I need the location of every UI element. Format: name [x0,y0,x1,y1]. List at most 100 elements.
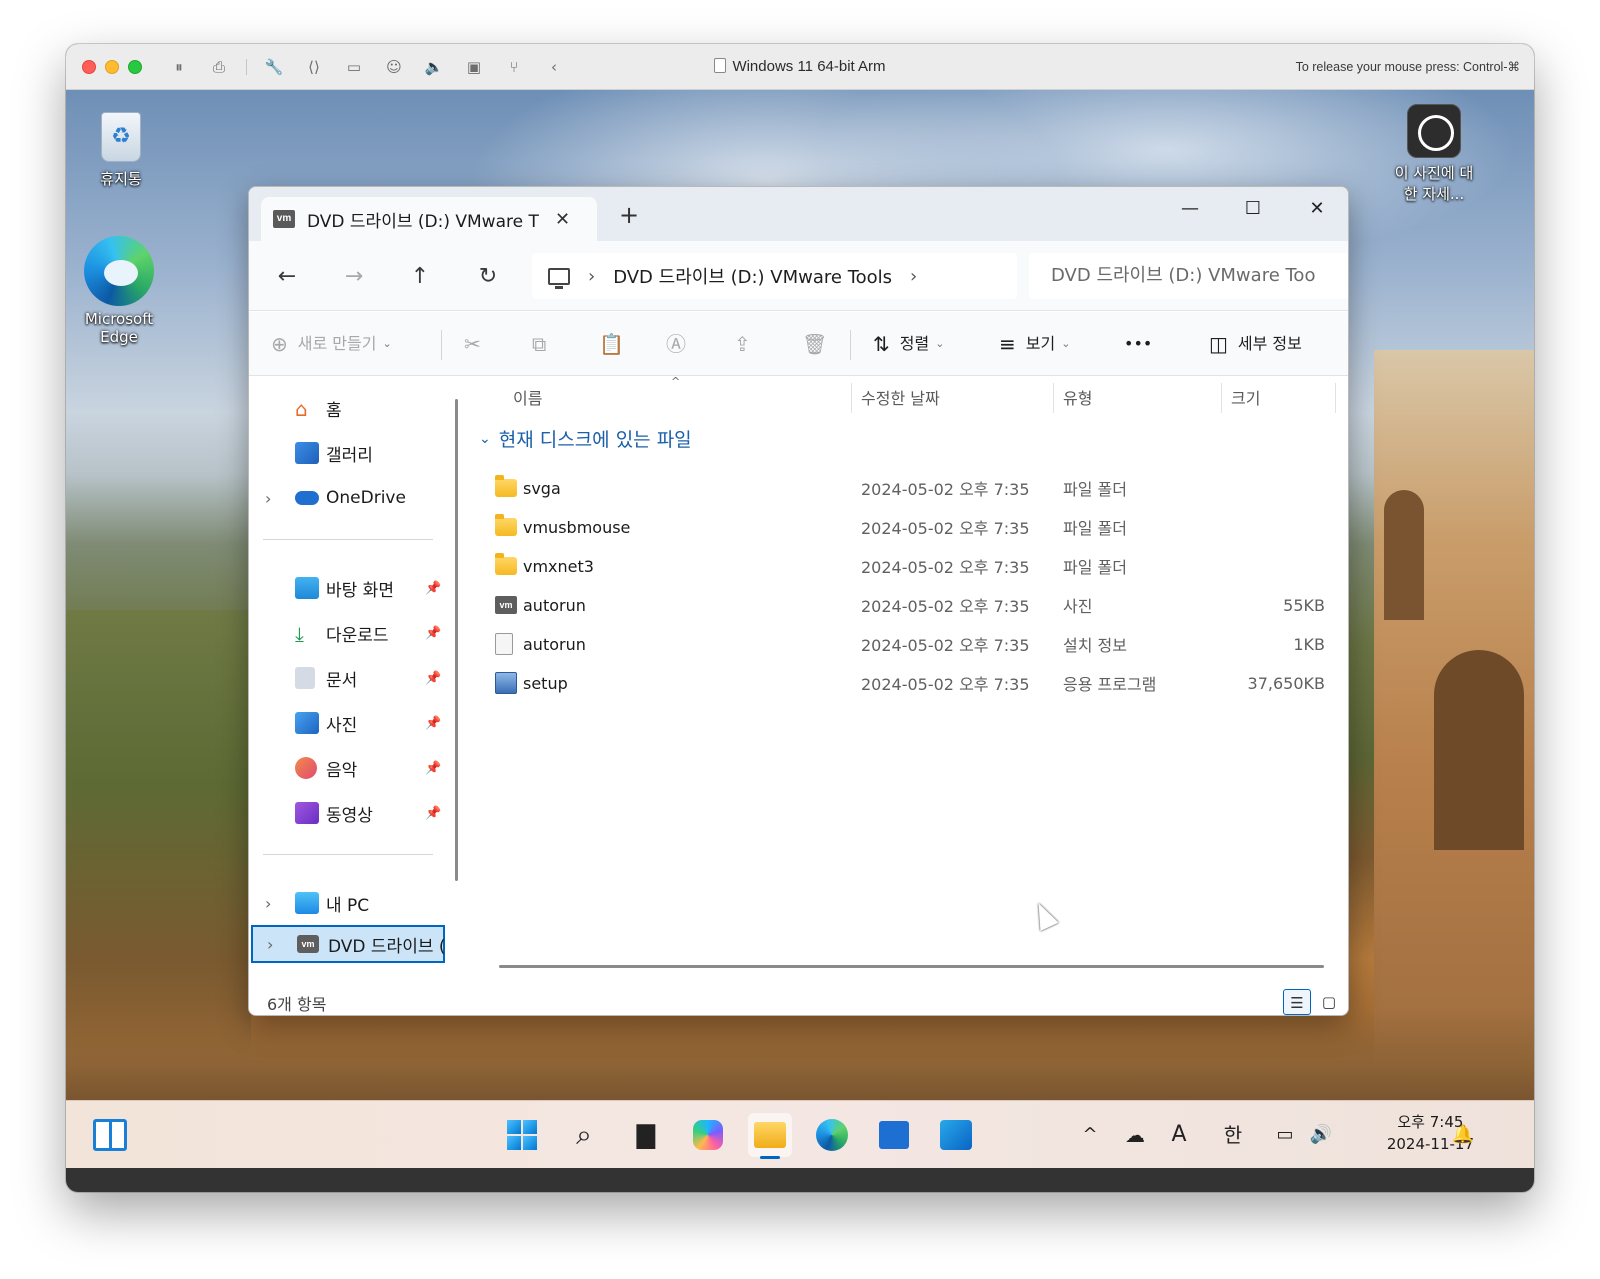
desktop-icon-recycle-bin[interactable]: ♻ 휴지통 [76,104,166,189]
file-row[interactable]: autorun 2024-05-02 오후 7:35 설치 정보 1KB [467,625,1348,663]
snapshot-icon[interactable]: ⎙ [206,54,232,80]
sidebar-item-this-pc[interactable]: › 내 PC [249,884,465,922]
details-view-button[interactable]: ☰ [1283,989,1311,1015]
copilot-button[interactable] [686,1113,730,1157]
sort-button[interactable]: ⇅ 정렬 ⌄ [873,330,944,358]
expand-chevron-icon[interactable]: › [267,935,273,954]
breadcrumb-chevron[interactable]: › [588,266,595,287]
minimize-window-button[interactable] [105,59,119,74]
forward-button[interactable]: → [336,259,372,295]
usb-icon[interactable]: ⑂ [501,54,527,80]
sidebar-item-music[interactable]: 음악 📌 [249,749,465,787]
pin-icon[interactable]: 📌 [425,761,441,776]
share-button[interactable]: ⇪ [734,330,761,358]
ime-mode-indicator[interactable]: A [1164,1115,1194,1155]
start-button[interactable] [500,1113,544,1157]
back-button[interactable]: ← [269,259,305,295]
column-header-name[interactable]: 이름 [513,383,542,415]
collapse-chevron-icon[interactable]: ⌄ [479,431,491,447]
search-input[interactable]: DVD 드라이브 (D:) VMware Too [1029,253,1348,299]
sidebar-item-videos[interactable]: 동영상 📌 [249,794,465,832]
pause-icon[interactable]: ⏸ [166,54,192,80]
notification-bell-icon[interactable]: 🔔 [1450,1115,1476,1155]
maximize-button[interactable]: ☐ [1223,193,1283,225]
column-header-date[interactable]: 수정한 날짜 [861,383,940,415]
outlook-button[interactable] [934,1113,978,1157]
tab-close-icon[interactable]: ✕ [555,209,570,230]
column-divider[interactable] [1221,383,1222,413]
file-row[interactable]: vm autorun 2024-05-02 오후 7:35 사진 55KB [467,586,1348,624]
column-divider[interactable] [1335,383,1336,413]
camera-icon[interactable]: ▣ [461,54,487,80]
drive-icon[interactable]: ▭ [341,54,367,80]
column-header-size[interactable]: 크기 [1231,383,1260,415]
details-pane-button[interactable]: ◫ 세부 정보 [1209,330,1302,358]
pin-icon[interactable]: 📌 [425,626,441,641]
code-icon[interactable]: ⟨⟩ [301,54,327,80]
refresh-button[interactable]: ↻ [470,259,506,295]
breadcrumb-chevron[interactable]: › [910,266,917,287]
rename-button[interactable]: Ⓐ [666,330,696,358]
sidebar-item-gallery[interactable]: 갤러리 [249,434,465,472]
cut-button[interactable]: ✂ [464,330,491,358]
pin-icon[interactable]: 📌 [425,581,441,596]
pin-icon[interactable]: 📌 [425,671,441,686]
user-icon[interactable]: ☺ [381,54,407,80]
new-tab-button[interactable]: + [617,203,641,227]
expand-chevron-icon[interactable]: › [265,489,271,508]
delete-button[interactable]: 🗑 [802,330,837,358]
setup-exe-icon [495,672,517,694]
copy-button[interactable]: ⧉ [532,330,556,358]
file-row[interactable]: vmxnet3 2024-05-02 오후 7:35 파일 폴더 [467,547,1348,585]
network-icon[interactable]: ▭ [1270,1115,1300,1155]
paste-button[interactable]: 📋 [599,330,634,358]
view-button[interactable]: ≡ 보기 ⌄ [999,330,1070,358]
desktop-icon-edge[interactable]: Microsoft Edge [74,236,164,346]
column-divider[interactable] [851,383,852,413]
search-button[interactable]: ⌕ [562,1113,606,1157]
file-row[interactable]: vmusbmouse 2024-05-02 오후 7:35 파일 폴더 [467,508,1348,546]
file-row[interactable]: setup 2024-05-02 오후 7:35 응용 프로그램 37,650K… [467,664,1348,702]
file-row[interactable]: svga 2024-05-02 오후 7:35 파일 폴더 [467,469,1348,507]
edge-taskbar-button[interactable] [810,1113,854,1157]
volume-icon[interactable]: 🔊 [1306,1115,1336,1155]
sidebar-item-home[interactable]: ⌂ 홈 [249,389,465,427]
column-header-type[interactable]: 유형 [1063,383,1092,415]
tray-overflow-chevron[interactable]: ^ [1078,1115,1102,1155]
ime-language-indicator[interactable]: 한 [1218,1115,1248,1155]
group-header[interactable]: ⌄ 현재 디스크에 있는 파일 [479,425,692,452]
close-window-button[interactable] [82,59,96,74]
file-explorer-button[interactable] [748,1113,792,1159]
expand-chevron-icon[interactable]: › [265,894,271,913]
task-view-button[interactable]: ▇ [624,1113,668,1157]
desktop-icon-learn-photo[interactable]: 이 사진에 대한 자세... [1389,104,1479,204]
pin-icon[interactable]: 📌 [425,716,441,731]
sidebar-item-label: 동영상 [326,805,373,826]
sound-icon[interactable]: 🔈 [421,54,447,80]
address-bar[interactable]: › DVD 드라이브 (D:) VMware Tools › [532,253,1017,299]
tiles-view-button[interactable]: ▢ [1315,989,1343,1015]
chevron-left-icon[interactable]: ‹ [541,54,567,80]
pin-icon[interactable]: 📌 [425,806,441,821]
store-button[interactable] [872,1113,916,1157]
breadcrumb-dvd-drive[interactable]: DVD 드라이브 (D:) VMware Tools [613,263,892,289]
sidebar-item-pictures[interactable]: 사진 📌 [249,704,465,742]
sidebar-item-onedrive[interactable]: › OneDrive [249,479,465,517]
column-divider[interactable] [1053,383,1054,413]
up-button[interactable]: ↑ [402,259,438,295]
zoom-window-button[interactable] [128,59,142,74]
settings-wrench-icon[interactable]: 🔧 [261,54,287,80]
tab-dvd-drive[interactable]: vm DVD 드라이브 (D:) VMware T ✕ [261,197,597,241]
minimize-button[interactable]: — [1160,193,1220,225]
horizontal-scrollbar[interactable] [499,965,1324,968]
sidebar-item-dvd-drive[interactable]: › vm DVD 드라이브 ( [251,925,446,963]
sidebar-scrollbar[interactable] [455,399,458,881]
sidebar-item-documents[interactable]: 문서 📌 [249,659,465,697]
widgets-button[interactable] [88,1113,132,1157]
close-button[interactable]: ✕ [1287,193,1347,225]
new-button[interactable]: ⊕ 새로 만들기 ⌄ [271,330,392,358]
more-options-button[interactable]: ••• [1124,330,1152,358]
sidebar-item-desktop[interactable]: 바탕 화면 📌 [249,569,465,607]
sidebar-item-downloads[interactable]: ⤓ 다운로드 📌 [249,614,465,652]
cloud-offline-icon[interactable]: ☁ [1120,1115,1150,1155]
